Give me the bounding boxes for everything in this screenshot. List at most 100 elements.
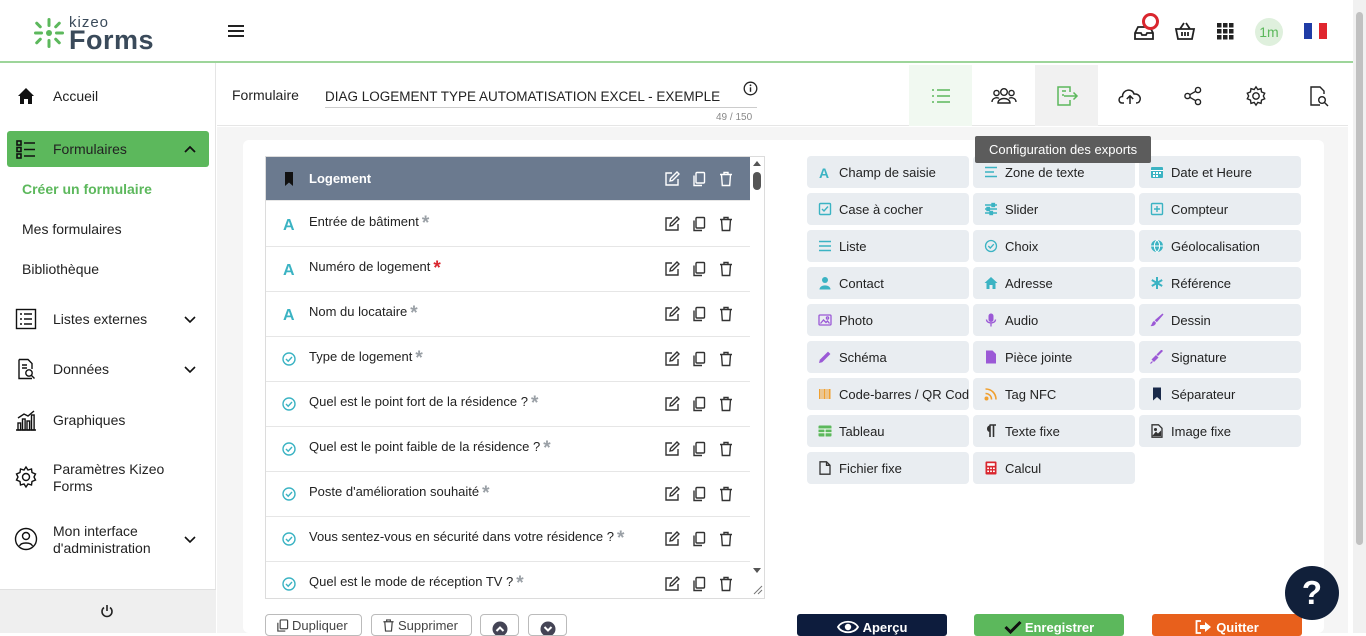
palette-separateur[interactable]: Séparateur [1139,378,1301,410]
scroll-thumb[interactable] [753,172,761,190]
resize-grip-icon[interactable] [752,584,763,595]
palette-liste[interactable]: Liste [807,230,969,262]
scroll-down-arrow-icon[interactable] [750,566,764,576]
palette-champ-de-saisie[interactable]: A Champ de saisie [807,156,969,188]
language-flag-icon[interactable] [1304,23,1327,39]
palette-image-fixe[interactable]: Image fixe [1139,415,1301,447]
edit-icon[interactable] [664,486,680,502]
copy-icon[interactable] [691,261,707,277]
field-row[interactable]: A Nom du locataire* [266,292,750,337]
help-button[interactable]: ? [1285,566,1339,620]
palette-choix[interactable]: Choix [973,230,1135,262]
palette-compteur[interactable]: Compteur [1139,193,1301,225]
field-row[interactable]: A Entrée de bâtiment* [266,202,750,247]
trash-icon[interactable] [718,531,734,547]
copy-icon[interactable] [691,486,707,502]
palette-schema[interactable]: Schéma [807,341,969,373]
palette-case-a-cocher[interactable]: Case à cocher [807,193,969,225]
edit-icon[interactable] [664,216,680,232]
trash-icon[interactable] [718,441,734,457]
palette-photo[interactable]: Photo [807,304,969,336]
field-list[interactable]: Logement A Entrée de bâtiment* A Numéro … [265,156,765,599]
trash-icon[interactable] [718,396,734,412]
tab-share[interactable] [1161,65,1224,126]
copy-icon[interactable] [691,216,707,232]
sidebar-item-listes-externes[interactable]: Listes externes [0,307,216,331]
palette-tableau[interactable]: Tableau [807,415,969,447]
edit-icon[interactable] [664,396,680,412]
sidebar-subitem-creer-formulaire[interactable]: Créer un formulaire [22,181,152,197]
page-scroll-thumb[interactable] [1356,12,1363,545]
sidebar-item-donnees[interactable]: Données [0,357,216,381]
palette-adresse[interactable]: Adresse [973,267,1135,299]
trash-icon[interactable] [718,576,734,592]
copy-icon[interactable] [691,441,707,457]
field-row[interactable]: Vous sentez-vous en sécurité dans votre … [266,517,750,562]
edit-icon[interactable] [664,576,680,592]
field-row[interactable]: Poste d'amélioration souhaité* [266,472,750,517]
palette-signature[interactable]: Signature [1139,341,1301,373]
copy-icon[interactable] [691,531,707,547]
tab-cloud-upload[interactable] [1098,65,1161,126]
trash-icon[interactable] [718,486,734,502]
edit-icon[interactable] [664,171,680,187]
sidebar-item-graphiques[interactable]: Graphiques [0,408,216,432]
palette-contact[interactable]: Contact [807,267,969,299]
kizeo-forms-logo[interactable]: kizeo Forms [32,12,172,52]
copy-icon[interactable] [691,306,707,322]
palette-dessin[interactable]: Dessin [1139,304,1301,336]
field-row[interactable]: A Numéro de logement* [266,247,750,292]
apps-grid-button[interactable] [1212,18,1238,44]
palette-geolocalisation[interactable]: Géolocalisation [1139,230,1301,262]
palette-texte-fixe[interactable]: Texte fixe [973,415,1135,447]
page-scrollbar[interactable] [1353,0,1366,633]
sidebar-subitem-mes-formulaires[interactable]: Mes formulaires [22,221,122,237]
field-row[interactable]: Quel est le point faible de la résidence… [266,427,750,472]
info-icon[interactable] [743,81,758,96]
palette-calcul[interactable]: Calcul [973,452,1135,484]
hamburger-menu-icon[interactable] [226,22,246,40]
edit-icon[interactable] [664,531,680,547]
copy-icon[interactable] [691,171,707,187]
tab-preview[interactable] [1287,65,1350,126]
palette-reference[interactable]: Référence [1139,267,1301,299]
sidebar-subitem-bibliotheque[interactable]: Bibliothèque [22,261,99,277]
store-button[interactable] [1172,18,1198,44]
sidebar-item-parametres[interactable]: Paramètres Kizeo Forms [0,459,216,495]
trash-icon[interactable] [718,306,734,322]
tab-settings[interactable] [1224,65,1287,126]
field-row-separator[interactable]: Logement [266,157,750,201]
palette-slider[interactable]: Slider [973,193,1135,225]
palette-code-barres[interactable]: Code-barres / QR Code [807,378,969,410]
edit-icon[interactable] [664,306,680,322]
sidebar-item-admin[interactable]: Mon interface d'administration [0,521,216,557]
tab-fields[interactable] [909,65,972,126]
tab-users[interactable] [972,65,1035,126]
trash-icon[interactable] [718,261,734,277]
palette-tag-nfc[interactable]: Tag NFC [973,378,1135,410]
palette-piece-jointe[interactable]: Pièce jointe [973,341,1135,373]
copy-icon[interactable] [691,576,707,592]
field-list-scrollbar[interactable] [750,158,764,597]
trash-icon[interactable] [718,216,734,232]
user-avatar[interactable]: 1m [1255,18,1283,46]
field-row[interactable]: Quel est le mode de réception TV ?* [266,562,750,599]
scroll-up-arrow-icon[interactable] [750,158,764,168]
palette-audio[interactable]: Audio [973,304,1135,336]
palette-date-et-heure[interactable]: Date et Heure [1139,156,1301,188]
power-logout-icon[interactable] [100,604,114,618]
sidebar-item-formulaires[interactable]: Formulaires [7,131,209,167]
trash-icon[interactable] [718,171,734,187]
copy-icon[interactable] [691,396,707,412]
palette-fichier-fixe[interactable]: Fichier fixe [807,452,969,484]
field-row[interactable]: Type de logement* [266,337,750,382]
field-row[interactable]: Quel est le point fort de la résidence ?… [266,382,750,427]
form-name-input[interactable] [325,85,757,108]
edit-icon[interactable] [664,441,680,457]
sidebar-item-accueil[interactable]: Accueil [0,84,216,108]
trash-icon[interactable] [718,351,734,367]
edit-icon[interactable] [664,261,680,277]
edit-icon[interactable] [664,351,680,367]
inbox-notifications-button[interactable] [1131,18,1157,44]
tab-exports[interactable] [1035,65,1098,126]
